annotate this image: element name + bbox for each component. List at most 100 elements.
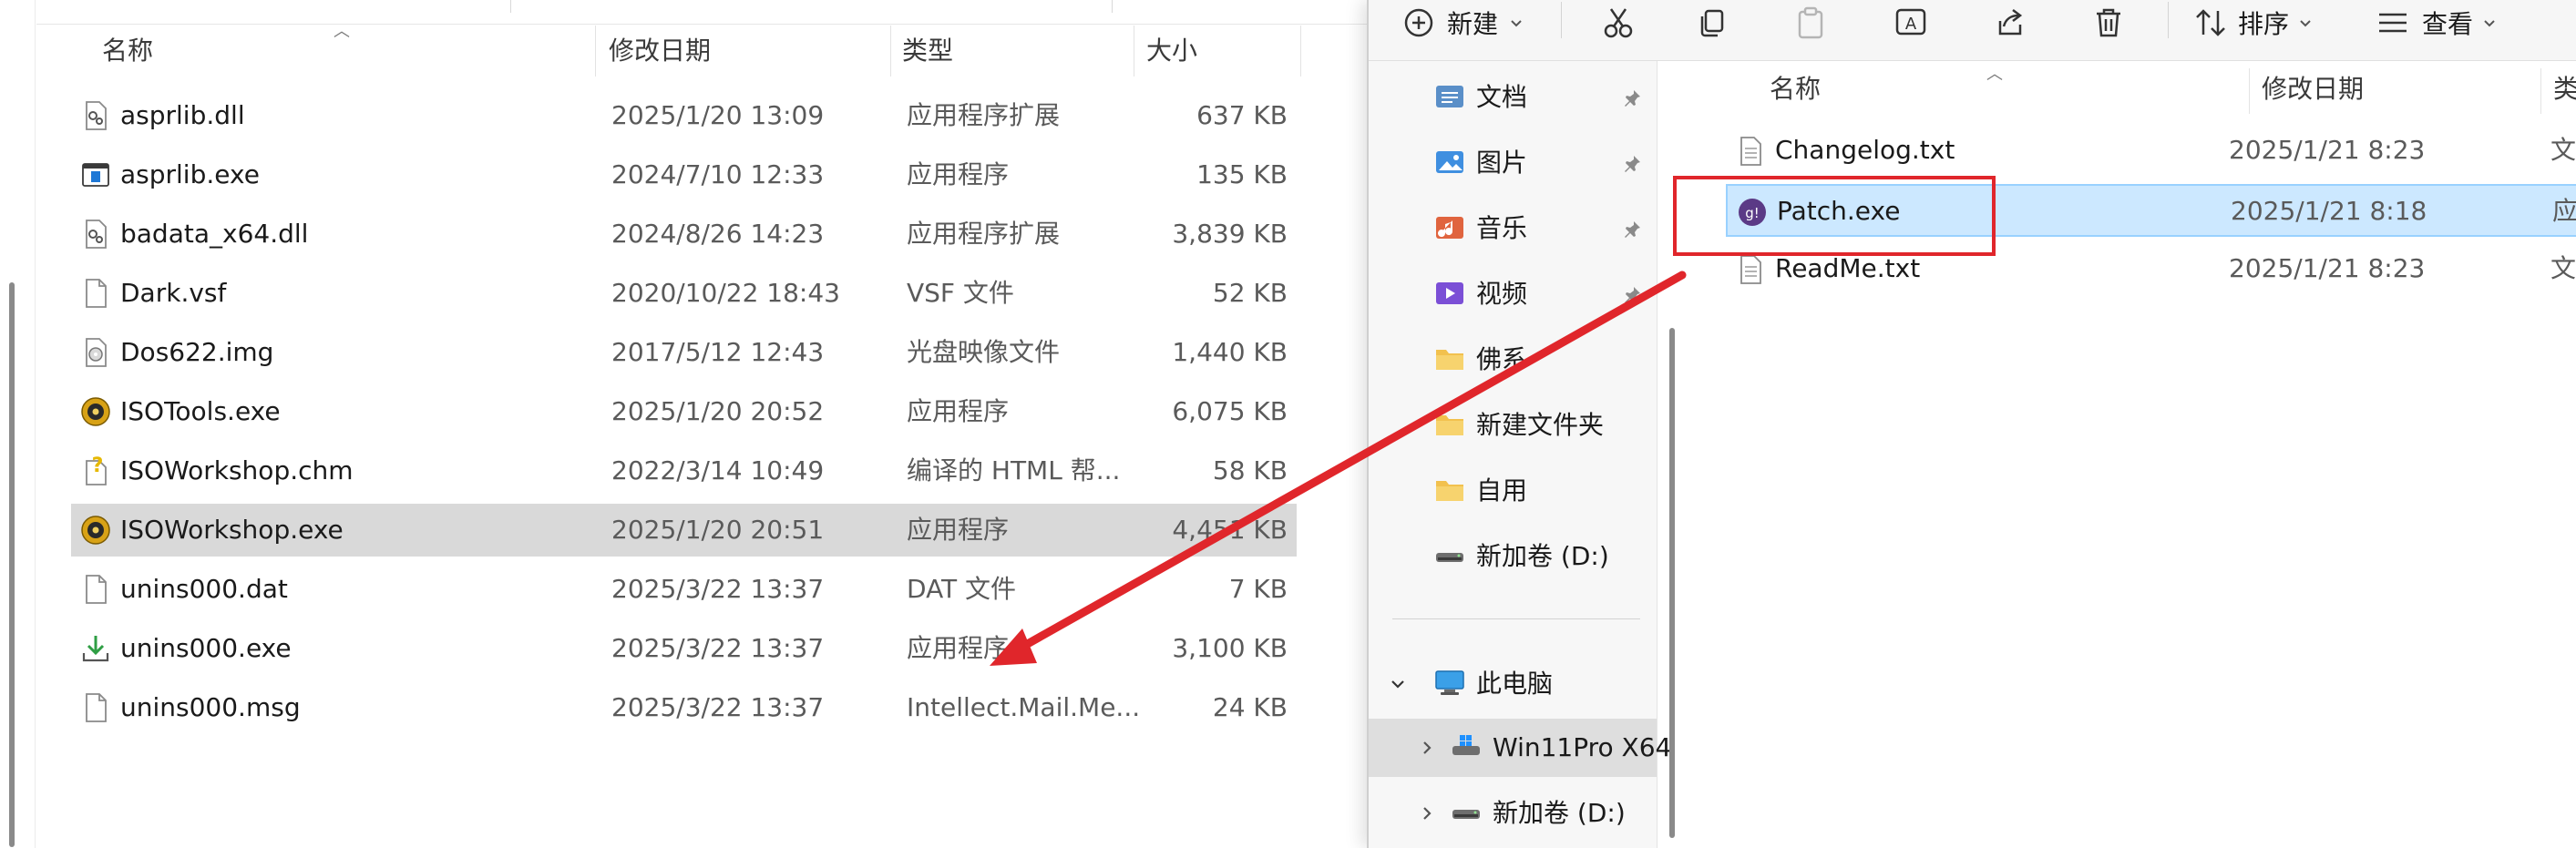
column-separator[interactable] xyxy=(2249,68,2250,114)
file-size: 7 KB xyxy=(1228,574,1288,604)
command-bar: 新建 A 排序 查看 xyxy=(1369,0,2576,61)
file-row[interactable]: ISOWorkshop.exe 2025/1/20 20:51 应用程序 4,451 … xyxy=(71,504,1297,557)
delete-button[interactable] xyxy=(2093,0,2124,46)
blank-file-icon xyxy=(80,692,111,723)
file-name: ISOWorkshop.chm xyxy=(120,455,354,485)
column-separator[interactable] xyxy=(595,26,596,77)
file-row[interactable]: unins000.exe 2025/3/22 13:37 应用程序 3,100 KB xyxy=(71,622,1297,675)
file-type: Intellect.Mail.Me... xyxy=(907,692,1141,722)
file-type: 应用程序 xyxy=(907,633,1010,663)
nav-item-drive[interactable]: 新加卷 (D:) xyxy=(1369,784,1657,843)
left-pane-edge xyxy=(35,0,36,848)
nav-item-quick-access[interactable]: 佛系 xyxy=(1369,331,1657,389)
nav-item-quick-access[interactable]: 图片 xyxy=(1369,134,1657,192)
file-date: 2025/3/22 13:37 xyxy=(611,633,825,663)
file-size: 3,100 KB xyxy=(1172,633,1288,663)
blank-file-icon xyxy=(80,574,111,605)
pin-icon[interactable] xyxy=(1622,220,1642,240)
column-header-date[interactable]: 修改日期 xyxy=(2262,68,2364,110)
nav-item-quick-access[interactable]: 自用 xyxy=(1369,462,1657,520)
file-row[interactable]: Changelog.txt 2025/1/21 8:23 文 xyxy=(1726,125,2576,178)
file-row[interactable]: asprlib.dll 2025/1/20 13:09 应用程序扩展 637 KB xyxy=(71,89,1297,142)
iso-app-icon xyxy=(80,515,111,546)
file-size: 637 KB xyxy=(1196,100,1288,130)
exe-window-icon xyxy=(80,159,111,190)
nav-item-label: 视频 xyxy=(1476,279,1528,309)
file-row[interactable]: ISOTools.exe 2025/1/20 20:52 应用程序 6,075 KB xyxy=(71,385,1297,438)
column-separator[interactable] xyxy=(2540,68,2541,114)
paste-icon xyxy=(1795,6,1826,39)
drive-icon xyxy=(1434,542,1465,569)
paste-button[interactable] xyxy=(1795,0,1826,46)
file-date: 2017/5/12 12:43 xyxy=(611,337,825,367)
sort-ascending-icon: ︿ xyxy=(1986,65,2003,84)
nav-item-quick-access[interactable]: 音乐 xyxy=(1369,199,1657,258)
column-header-size[interactable]: 大小 xyxy=(1146,33,1197,69)
text-file-icon xyxy=(1735,136,1766,167)
chevron-down-icon xyxy=(2482,15,2497,30)
scissors-icon xyxy=(1602,6,1635,39)
iso-app-icon xyxy=(80,396,111,427)
column-header-date[interactable]: 修改日期 xyxy=(609,33,711,69)
nav-item-drive[interactable]: Win11Pro X64 xyxy=(1369,719,1671,777)
rename-icon: A xyxy=(1894,6,1929,39)
nav-item-quick-access[interactable]: 新建文件夹 xyxy=(1369,396,1657,455)
nav-item-quick-access[interactable]: 新加卷 (D:) xyxy=(1369,527,1657,586)
file-name: ISOWorkshop.exe xyxy=(120,515,344,545)
pictures-icon xyxy=(1434,148,1465,176)
chevron-down-icon xyxy=(2298,15,2313,30)
file-size: 3,839 KB xyxy=(1172,219,1288,249)
file-date: 2024/8/26 14:23 xyxy=(611,219,825,249)
new-button[interactable]: 新建 xyxy=(1403,0,1524,46)
column-header-type[interactable]: 类型 xyxy=(902,33,953,69)
svg-text:A: A xyxy=(1905,15,1917,34)
chevron-right-icon[interactable] xyxy=(1418,739,1436,757)
nav-item-label: 自用 xyxy=(1476,475,1528,506)
pin-icon[interactable] xyxy=(1622,88,1642,108)
file-row[interactable]: asprlib.exe 2024/7/10 12:33 应用程序 135 KB xyxy=(71,148,1297,201)
pin-icon[interactable] xyxy=(1622,154,1642,174)
folder-icon xyxy=(1434,411,1465,438)
file-row[interactable]: Dos622.img 2017/5/12 12:43 光盘映像文件 1,440 KB xyxy=(71,326,1297,379)
share-icon xyxy=(1993,6,2026,39)
file-type: 应 xyxy=(2552,196,2576,226)
column-header-name[interactable]: 名称 xyxy=(102,33,153,69)
sort-ascending-icon: ︿ xyxy=(334,22,350,41)
column-header-type[interactable]: 类 xyxy=(2553,68,2576,110)
pin-icon[interactable] xyxy=(1622,285,1642,305)
file-type: 应用程序扩展 xyxy=(907,100,1061,130)
chevron-down-icon xyxy=(1389,675,1407,693)
chevron-right-icon[interactable] xyxy=(1418,804,1436,822)
cut-button[interactable] xyxy=(1602,0,1635,46)
file-name: asprlib.dll xyxy=(120,100,245,130)
nav-item-label: 新加卷 (D:) xyxy=(1476,541,1609,571)
file-row[interactable]: ? ISOWorkshop.chm 2022/3/14 10:49 编译的 HTML … xyxy=(71,444,1297,497)
rename-button[interactable]: A xyxy=(1894,0,1929,46)
nav-item-this-pc[interactable]: 此电脑 xyxy=(1369,655,1657,713)
file-type: 应用程序 xyxy=(907,515,1010,545)
file-row[interactable]: unins000.msg 2025/3/22 13:37 Intellect.Mai… xyxy=(71,681,1297,734)
file-type: VSF 文件 xyxy=(907,278,1014,308)
view-button[interactable]: 查看 xyxy=(2376,0,2497,46)
nav-scrollbar[interactable] xyxy=(1669,328,1675,838)
music-icon xyxy=(1434,214,1465,241)
column-header-name[interactable]: 名称 xyxy=(1770,68,1821,110)
file-name: ISOTools.exe xyxy=(120,396,281,426)
copy-button[interactable] xyxy=(1697,0,1728,46)
nav-item-quick-access[interactable]: 视频 xyxy=(1369,265,1657,323)
nav-item-label: 文档 xyxy=(1476,82,1528,112)
documents-icon xyxy=(1434,83,1465,110)
sort-button[interactable]: 排序 xyxy=(2194,0,2313,46)
left-scrollbar[interactable] xyxy=(9,282,15,847)
annotation-highlight-box xyxy=(1673,176,1996,256)
file-row[interactable]: Dark.vsf 2020/10/22 18:43 VSF 文件 52 KB xyxy=(71,267,1297,320)
share-button[interactable] xyxy=(1993,0,2026,46)
file-row[interactable]: badata_x64.dll 2024/8/26 14:23 应用程序扩展 3,839… xyxy=(71,208,1297,261)
file-row[interactable]: unins000.dat 2025/3/22 13:37 DAT 文件 7 KB xyxy=(71,563,1297,616)
file-date: 2022/3/14 10:49 xyxy=(611,455,825,485)
column-separator[interactable] xyxy=(1300,26,1301,77)
nav-item-quick-access[interactable]: 文档 xyxy=(1369,68,1657,127)
file-date: 2025/1/21 8:23 xyxy=(2229,135,2426,165)
file-date: 2025/1/20 20:51 xyxy=(611,515,825,545)
column-separator[interactable] xyxy=(890,26,891,77)
